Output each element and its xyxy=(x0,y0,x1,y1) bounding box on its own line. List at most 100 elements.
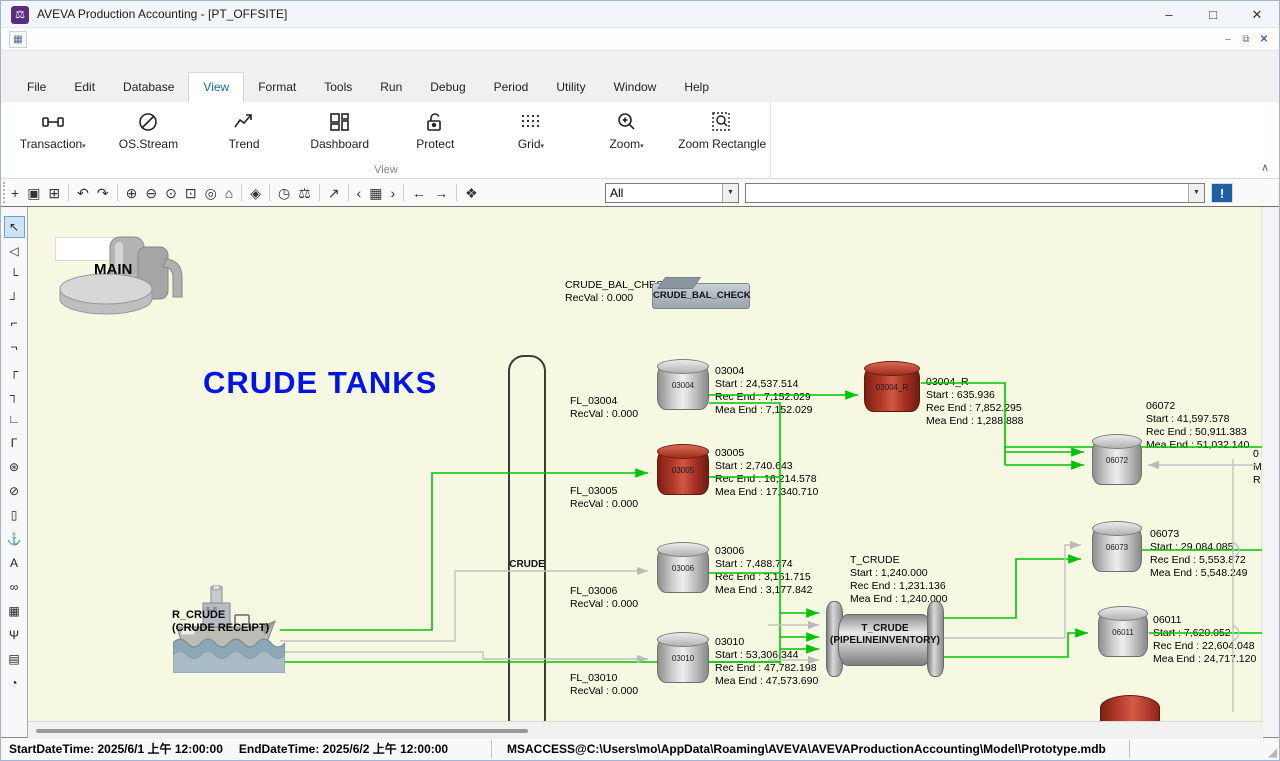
alert-button[interactable]: ! xyxy=(1211,183,1233,203)
menu-edit[interactable]: Edit xyxy=(60,73,109,102)
resize-grip-icon[interactable]: ◢ xyxy=(1269,746,1277,759)
filter-dropdown[interactable]: All ▼ xyxy=(605,183,739,203)
mdi-close-button[interactable]: ✕ xyxy=(1255,31,1273,48)
toolbar-grip[interactable] xyxy=(3,182,6,203)
tank-03005[interactable]: 03005 xyxy=(657,449,709,495)
tree-tool-icon[interactable]: Ψ xyxy=(4,624,25,646)
mdi-restore-button[interactable]: ⧉ xyxy=(1237,31,1255,48)
ribbon: Transaction▾ OS.Stream Trend Dashboard P… xyxy=(1,102,1279,179)
zoom-button[interactable]: Zoom▾ xyxy=(579,102,675,151)
connector-stair-down-icon[interactable]: Γ xyxy=(4,432,25,454)
calendar-button[interactable]: ▦ xyxy=(369,186,382,200)
select-cursor-icon[interactable]: ↖ xyxy=(4,216,25,238)
annotate-cursor-icon[interactable]: ◁ xyxy=(4,240,25,262)
minimize-button[interactable]: – xyxy=(1147,1,1191,28)
tank-tool-icon[interactable]: ▯ xyxy=(4,504,25,526)
stat-line: 06072 xyxy=(1146,400,1249,413)
tank-06011[interactable]: 06011 xyxy=(1098,611,1148,657)
stat-line: 06073 xyxy=(1150,528,1248,541)
filter-tag-button[interactable]: ❖ xyxy=(465,186,478,200)
app-window: ⚖ AVEVA Production Accounting - [PT_OFFS… xyxy=(0,0,1280,761)
menu-help[interactable]: Help xyxy=(670,73,723,102)
crude-column-shape[interactable] xyxy=(508,355,546,735)
tank-partial-red[interactable] xyxy=(1100,695,1160,723)
transaction-button[interactable]: Transaction▾ xyxy=(5,102,101,151)
save-button[interactable]: ⊞ xyxy=(48,186,60,200)
zoom-custom-button[interactable]: ◎ xyxy=(205,186,217,200)
menu-file[interactable]: File xyxy=(13,73,60,102)
next-period-button[interactable]: › xyxy=(390,186,395,200)
connector-step-left-icon[interactable]: ¬ xyxy=(4,336,25,358)
refresh-button[interactable]: ◷ xyxy=(278,186,290,200)
connector-elbow-down-icon[interactable]: └ xyxy=(4,264,25,286)
text-tool-icon[interactable]: A xyxy=(4,552,25,574)
filter-caret-icon[interactable]: ▼ xyxy=(722,184,738,202)
link-tool-icon[interactable]: ∞ xyxy=(4,576,25,598)
balance-button[interactable]: ⚖ xyxy=(298,186,311,200)
tank-03006[interactable]: 03006 xyxy=(657,547,709,593)
home-button[interactable]: ⌂ xyxy=(225,186,233,200)
scrollbar-thumb[interactable] xyxy=(36,729,528,733)
search-dropdown[interactable]: ▼ xyxy=(745,183,1205,203)
tank-06073[interactable]: 06073 xyxy=(1092,526,1142,572)
tank-03004-r[interactable]: 03004_R xyxy=(864,366,920,412)
undo-button[interactable]: ↶ xyxy=(77,186,89,200)
gauge-tool-icon[interactable]: ◔ xyxy=(4,672,25,694)
zoom-in-button[interactable]: ⊕ xyxy=(126,186,138,200)
connector-elbow-up-icon[interactable]: ┘ xyxy=(4,288,25,310)
menu-period[interactable]: Period xyxy=(480,73,543,102)
search-caret-icon[interactable]: ▼ xyxy=(1188,184,1204,202)
pipeline-spool[interactable]: T_CRUDE (PIPELINEINVENTORY) xyxy=(826,597,944,683)
tag-button[interactable]: ◈ xyxy=(250,186,261,200)
add-button[interactable]: + xyxy=(11,186,19,200)
menu-format[interactable]: Format xyxy=(244,73,310,102)
zoom-tool-button[interactable]: ⊙ xyxy=(165,186,177,200)
mdi-menu-icon[interactable]: ▦ xyxy=(9,31,27,48)
title-bar: ⚖ AVEVA Production Accounting - [PT_OFFS… xyxy=(1,1,1279,28)
open-button[interactable]: ▣ xyxy=(27,186,40,200)
zoom-selection-button[interactable]: ⊡ xyxy=(185,186,197,200)
valve-tool-icon[interactable]: ⊘ xyxy=(4,480,25,502)
menu-debug[interactable]: Debug xyxy=(416,73,479,102)
ribbon-collapse-icon[interactable]: ∧ xyxy=(1261,161,1269,174)
connector-stair-up-icon[interactable]: ∟ xyxy=(4,408,25,430)
menu-utility[interactable]: Utility xyxy=(542,73,599,102)
protect-button[interactable]: Protect xyxy=(388,102,484,151)
ship-tool-icon[interactable]: ⚓ xyxy=(4,528,25,550)
menu-tools[interactable]: Tools xyxy=(310,73,366,102)
os-stream-button[interactable]: OS.Stream xyxy=(101,102,197,151)
grid-tool-icon[interactable]: ▤ xyxy=(4,648,25,670)
menu-window[interactable]: Window xyxy=(600,73,671,102)
close-button[interactable]: ✕ xyxy=(1235,1,1279,28)
forward-button[interactable]: → xyxy=(434,186,448,200)
table-tool-icon[interactable]: ▦ xyxy=(4,600,25,622)
tank-03010[interactable]: 03010 xyxy=(657,637,709,683)
back-button[interactable]: ← xyxy=(412,186,426,200)
maximize-button[interactable]: □ xyxy=(1191,1,1235,28)
connector-corner-tr-icon[interactable]: ┐ xyxy=(4,384,25,406)
flowsheet-canvas[interactable]: MAIN CRUDE TANKS CRUDE_BAL_CHECK RecVal … xyxy=(28,207,1263,739)
connector-step-right-icon[interactable]: ⌐ xyxy=(4,312,25,334)
prev-period-button[interactable]: ‹ xyxy=(357,186,362,200)
menu-run[interactable]: Run xyxy=(366,73,416,102)
dashboard-button[interactable]: Dashboard xyxy=(292,102,388,151)
redo-button[interactable]: ↷ xyxy=(97,186,109,200)
menu-database[interactable]: Database xyxy=(109,73,188,102)
grid-button[interactable]: Grid▾ xyxy=(483,102,579,151)
pump-tool-icon[interactable]: ⊛ xyxy=(4,456,25,478)
zoom-rectangle-button[interactable]: Zoom Rectangle xyxy=(674,102,770,151)
flow-recval: RecVal : 0.000 xyxy=(570,598,638,611)
bal-check-icon[interactable]: CRUDE_BAL_CHECK xyxy=(652,283,750,309)
trend-button[interactable]: Trend xyxy=(196,102,292,151)
horizontal-scrollbar[interactable] xyxy=(28,721,1263,739)
connector-corner-tl-icon[interactable]: ┌ xyxy=(4,360,25,382)
tank-03004[interactable]: 03004 xyxy=(657,364,709,410)
pipeline-label: T_CRUDE (PIPELINEINVENTORY) xyxy=(826,623,944,647)
menu-view[interactable]: View xyxy=(188,72,244,102)
tank-06072[interactable]: 06072 xyxy=(1092,439,1142,485)
zoom-out-button[interactable]: ⊖ xyxy=(145,186,157,200)
trend-quick-button[interactable]: ↗ xyxy=(328,186,340,200)
mdi-minimize-button[interactable]: – xyxy=(1219,31,1237,48)
flow-label-fl03006: FL_03006 RecVal : 0.000 xyxy=(570,585,638,611)
crude-receipt-label: R_CRUDE (CRUDE RECEIPT) xyxy=(172,609,269,635)
